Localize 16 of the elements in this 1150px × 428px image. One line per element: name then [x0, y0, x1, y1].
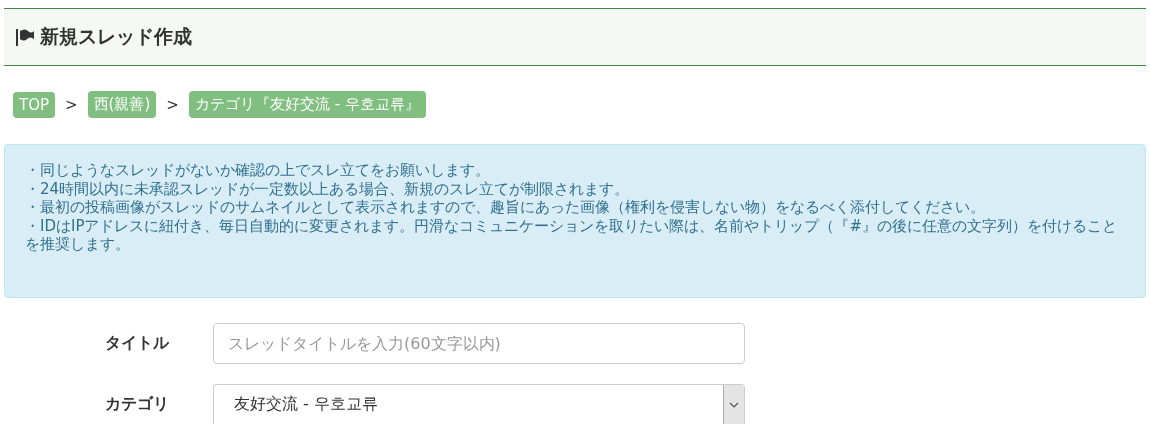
notice-text: ・24時間以内に未承認スレッドが一定数以上ある場合、新規のスレ立てが制限されます。 [25, 179, 631, 198]
flag-icon [16, 27, 34, 47]
breadcrumb-separator: > [166, 95, 179, 114]
breadcrumb-separator: > [65, 95, 78, 114]
category-select[interactable]: 友好交流 - 우호교류 [213, 384, 745, 424]
field-label: カテゴリ [104, 393, 170, 415]
breadcrumb-link[interactable]: 西(親善) [87, 91, 157, 118]
notice-text: ・IDはIPアドレスに紐付き、毎日自動的に変更されます。円滑なコミュニケーションを取りたい際は、名前やトリップ（『#』の後に任意の文字列）を付けることを推奨します。 [25, 216, 1118, 254]
chevron-down-icon [729, 401, 739, 408]
breadcrumb-link[interactable]: カテゴリ『友好交流 - 우호교류』 [188, 91, 426, 118]
page-title: 新規スレッド作成 [40, 24, 192, 49]
notice-text: ・最初の投稿画像がスレッドのサムネイルとして表示されますので、趣旨にあった画像（権利を侵害しない物）をなるべく添付してください。 [25, 198, 986, 217]
breadcrumb-link[interactable]: TOP [13, 91, 55, 118]
notice-text: ・同じようなスレッドがないか確認の上でスレ立てをお願いします。 [25, 161, 491, 180]
title-input[interactable]: スレッドタイトルを入力(60文字以内) [213, 323, 745, 364]
field-label: タイトル [104, 333, 170, 354]
